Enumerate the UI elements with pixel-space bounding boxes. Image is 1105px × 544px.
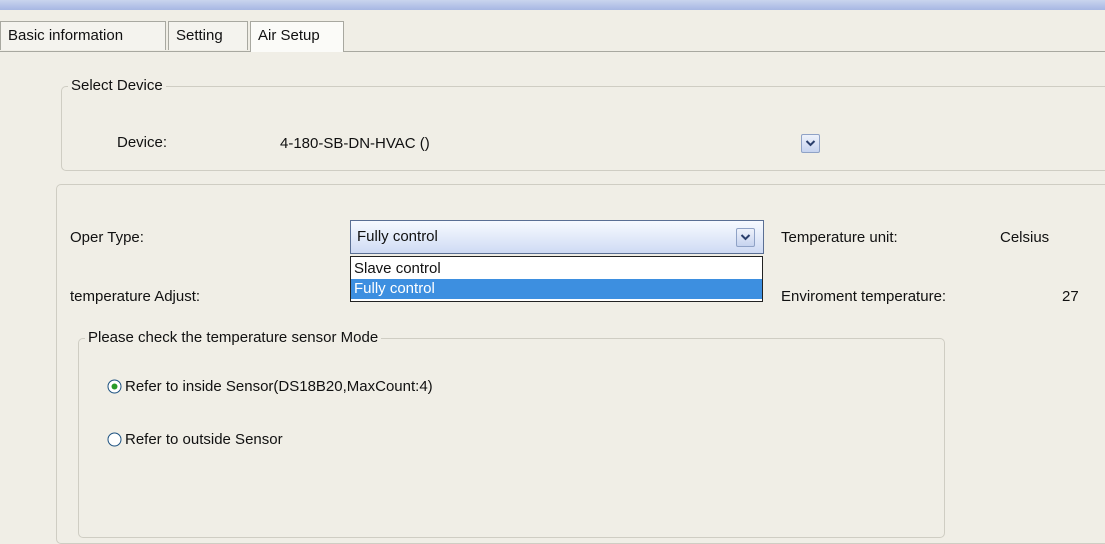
- device-select-value: 4-180-SB-DN-HVAC (): [280, 135, 430, 152]
- select-device-group: Select Device: [61, 77, 1105, 171]
- environment-temperature-label: Enviroment temperature:: [781, 288, 947, 305]
- radio-outside-sensor[interactable]: [107, 432, 122, 447]
- tab-setting[interactable]: Setting: [168, 21, 248, 50]
- oper-type-label: Oper Type:: [70, 229, 144, 246]
- radio-outside-sensor-label[interactable]: Refer to outside Sensor: [125, 431, 283, 448]
- radio-inside-sensor[interactable]: [107, 379, 122, 394]
- temperature-adjust-label: temperature Adjust:: [70, 288, 201, 305]
- temperature-unit-label: Temperature unit:: [781, 229, 898, 246]
- tab-basic-information[interactable]: Basic information: [0, 21, 166, 50]
- oper-type-dropdown-list: Slave control Fully control: [350, 256, 763, 302]
- radio-inside-sensor-label[interactable]: Refer to inside Sensor(DS18B20,MaxCount:…: [125, 378, 433, 395]
- oper-type-select[interactable]: Fully control: [350, 220, 764, 254]
- oper-type-dropdown-button[interactable]: [736, 228, 755, 247]
- environment-temperature-value: 27: [1062, 288, 1079, 305]
- device-label: Device:: [117, 134, 168, 151]
- device-dropdown-button[interactable]: [801, 134, 820, 153]
- device-select[interactable]: 4-180-SB-DN-HVAC (): [274, 132, 826, 156]
- temperature-unit-value: Celsius: [1000, 229, 1050, 246]
- dropdown-option-slave-control[interactable]: Slave control: [351, 259, 762, 279]
- tab-bar: Basic information Setting Air Setup: [0, 21, 1105, 52]
- window-top-strip: [0, 0, 1105, 10]
- tab-air-setup[interactable]: Air Setup: [250, 21, 344, 52]
- chevron-down-icon: [740, 234, 751, 241]
- sensor-mode-legend: Please check the temperature sensor Mode: [85, 329, 382, 347]
- select-device-legend: Select Device: [68, 77, 166, 95]
- dropdown-option-fully-control[interactable]: Fully control: [351, 279, 762, 299]
- oper-type-select-value: Fully control: [357, 228, 438, 245]
- chevron-down-icon: [805, 140, 816, 147]
